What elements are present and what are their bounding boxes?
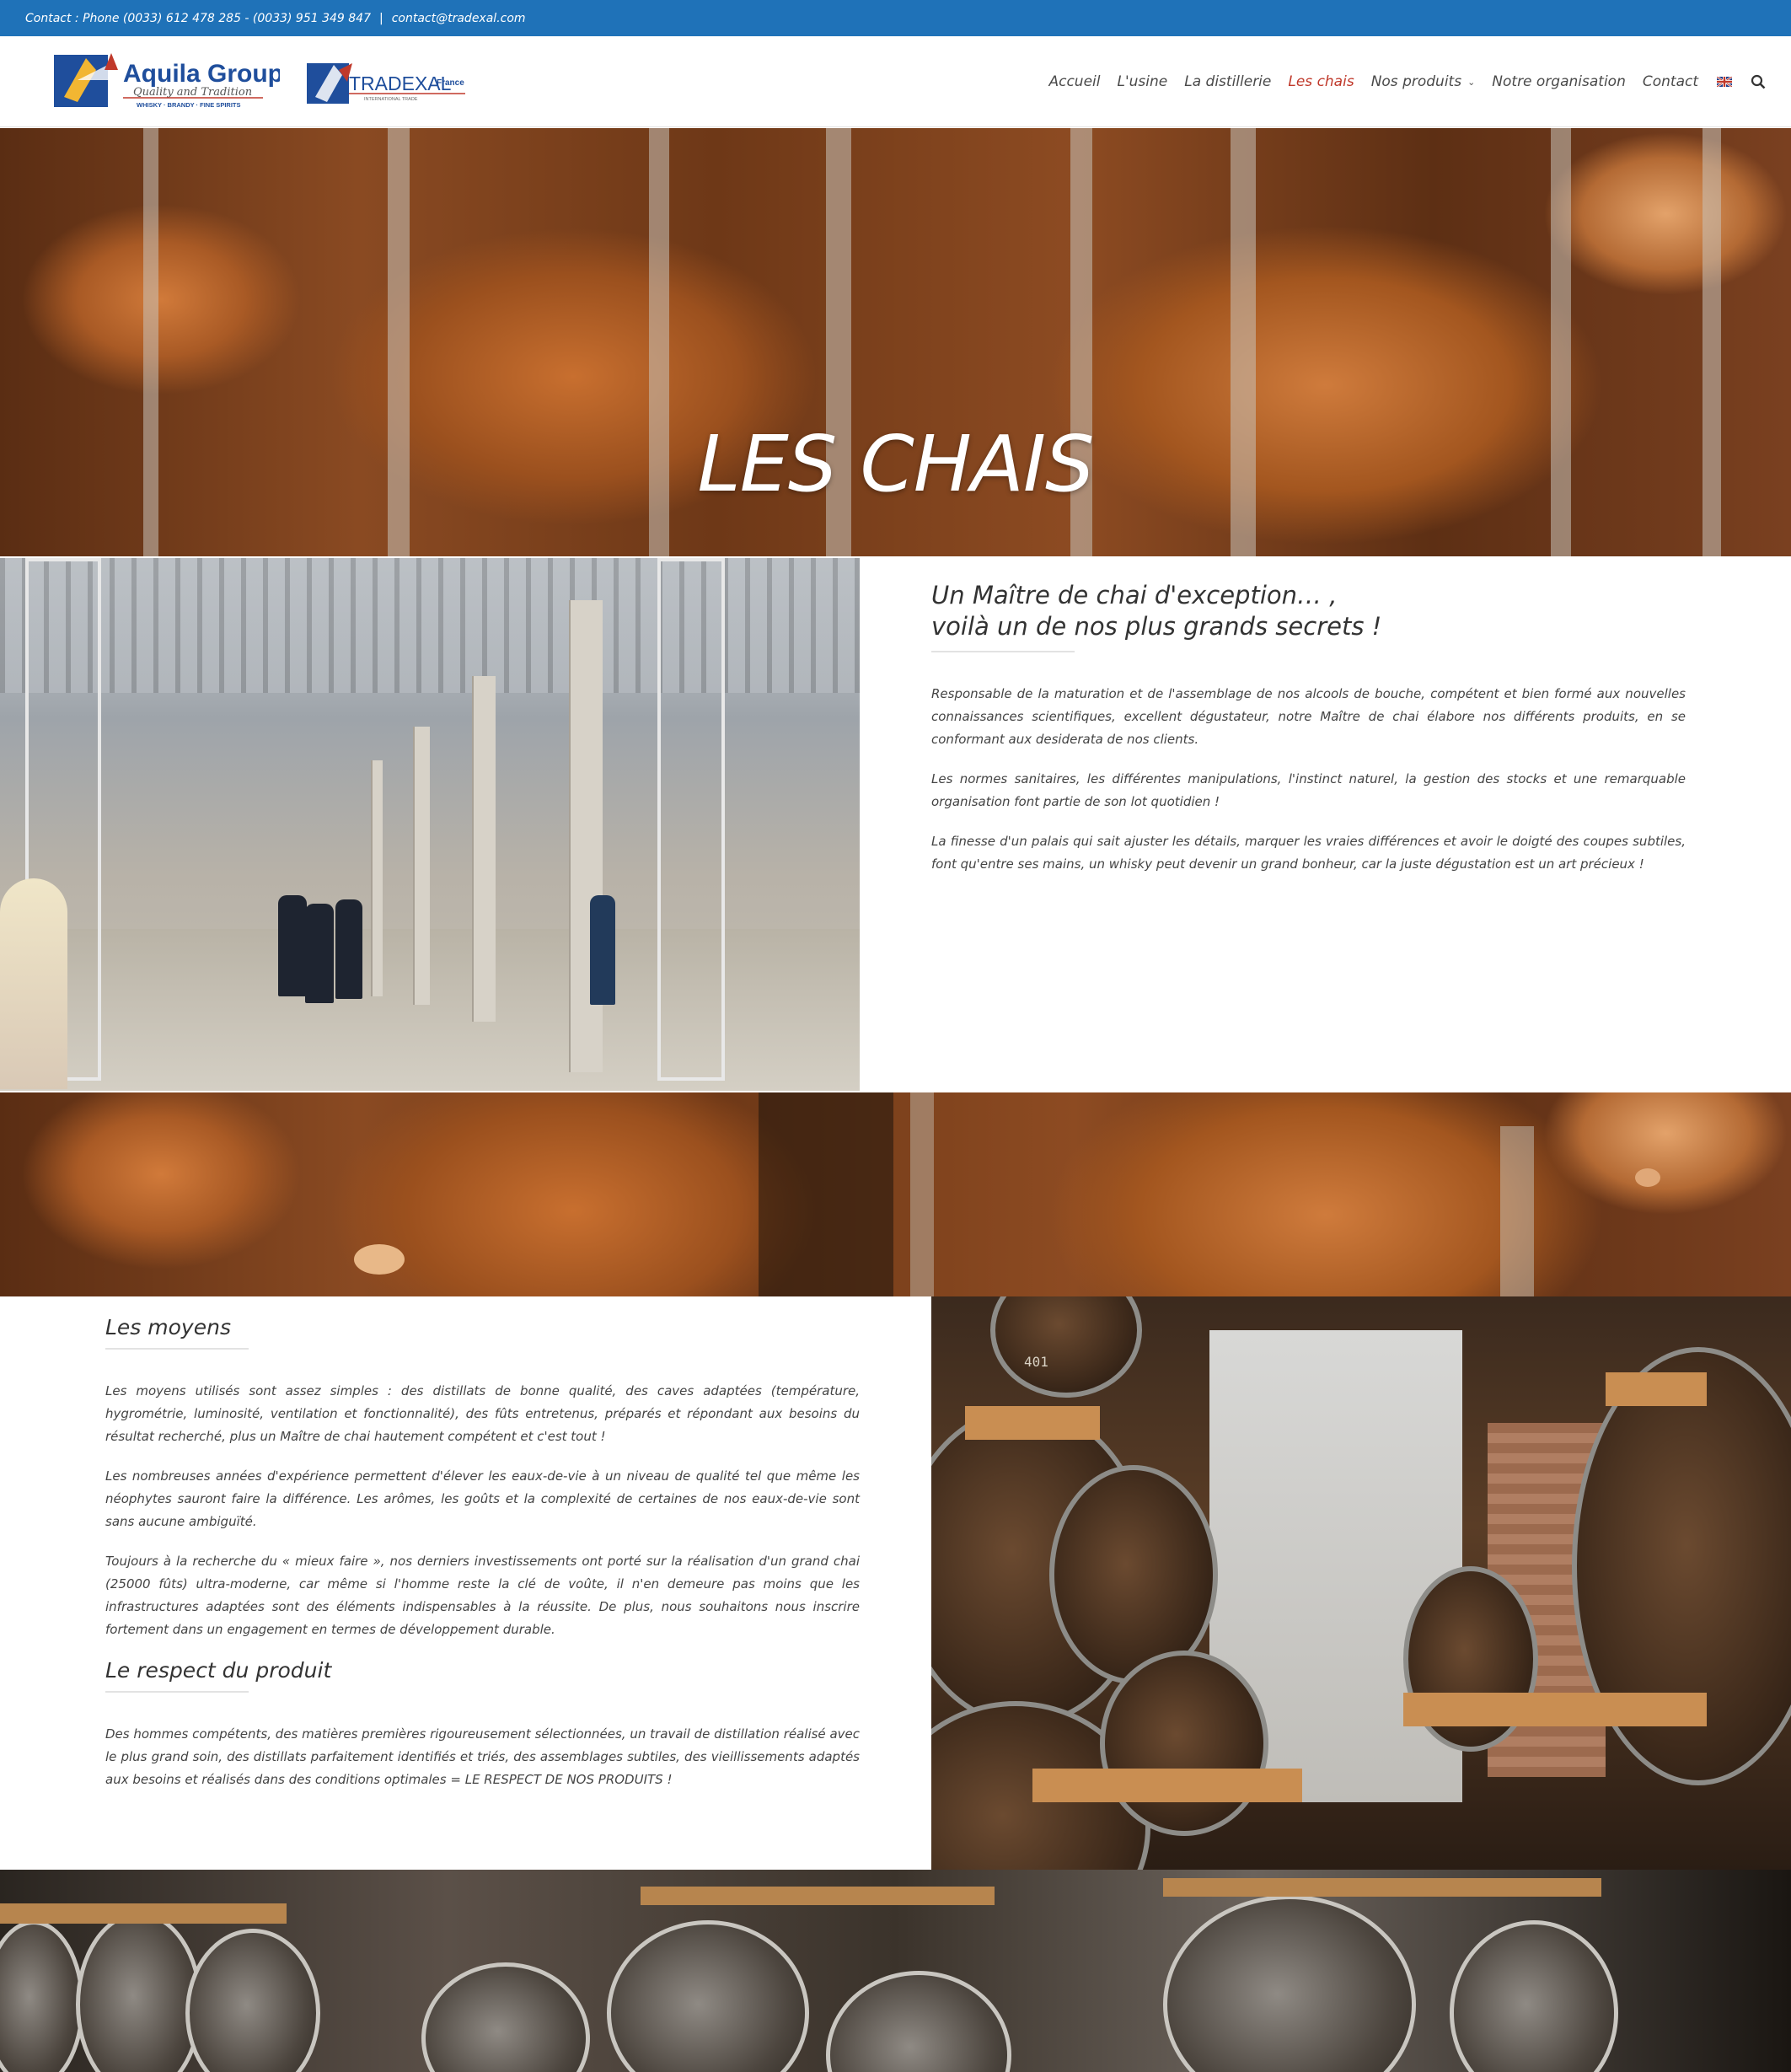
barrels-band-image (0, 1092, 1791, 1296)
maitre-paragraph: Les normes sanitaires, les différentes m… (931, 771, 1686, 809)
aquila-logo-tagline: Quality and Tradition (133, 86, 252, 99)
bottom-casks-image (0, 1870, 1791, 2072)
scaffold (657, 558, 725, 1081)
maitre-heading-line2: voilà un de nos plus grands secrets ! (931, 612, 1382, 641)
search-icon[interactable] (1751, 74, 1766, 89)
nav-item-distillerie[interactable]: La distillerie (1184, 73, 1271, 90)
cask (185, 1929, 320, 2072)
person (335, 899, 362, 999)
nav-item-accueil[interactable]: Accueil (1048, 73, 1100, 90)
aquila-group-logo[interactable]: Aquila Group Quality and Tradition WHISK… (52, 46, 280, 114)
person (278, 895, 307, 996)
cask (0, 1920, 84, 2072)
cask (826, 1971, 1011, 2072)
nav-item-organisation[interactable]: Notre organisation (1492, 73, 1626, 90)
tradexal-logo[interactable]: TRADEXAL France INTERNATIONAL TRADE (305, 56, 474, 107)
wood-rack (1403, 1693, 1707, 1726)
nav-item-contact[interactable]: Contact (1643, 73, 1698, 90)
cask (76, 1912, 202, 2072)
aquila-logo-name: Aquila Group (123, 60, 280, 88)
maitre-heading-line1: Un Maître de chai d'exception… , (931, 581, 1338, 609)
barrel-hoop (1500, 1126, 1534, 1296)
maitre-de-chai-section: Un Maître de chai d'exception… , voilà u… (931, 580, 1686, 893)
moyens-section: Les moyens Les moyens utilisés sont asse… (105, 1315, 860, 1808)
nav-item-usine[interactable]: L'usine (1118, 73, 1168, 90)
nav-item-les-chais[interactable]: Les chais (1288, 73, 1354, 90)
wood-rack (1163, 1878, 1601, 1897)
maitre-heading: Un Maître de chai d'exception… , voilà u… (931, 580, 1686, 642)
barrel-shadow (759, 1092, 893, 1296)
cask (1163, 1895, 1416, 2072)
barrel-hoop (910, 1092, 934, 1296)
tradexal-logo-sub: INTERNATIONAL TRADE (364, 97, 418, 102)
warehouse-pillar (413, 727, 430, 1005)
wood-rack (965, 1406, 1100, 1440)
person (590, 895, 615, 1005)
barrel-bung (1635, 1168, 1660, 1187)
heading-underline (105, 1348, 249, 1350)
page-title: LES CHAIS (697, 419, 1095, 509)
contact-phone-text: Contact : Phone (0033) 612 478 285 - (00… (25, 11, 371, 25)
wood-rack (0, 1903, 287, 1924)
barrel-bung (354, 1244, 405, 1275)
person (305, 904, 334, 1003)
warehouse-construction-photo (0, 558, 860, 1091)
heading-underline (105, 1691, 249, 1693)
warehouse-pillar (371, 760, 383, 996)
contact-email-link[interactable]: contact@tradexal.com (392, 12, 526, 25)
uk-flag-icon[interactable] (1717, 77, 1732, 87)
site-header: Aquila Group Quality and Tradition WHISK… (0, 36, 1791, 127)
warehouse-roof (0, 558, 860, 693)
cask (1100, 1651, 1268, 1836)
hero-barrels-banner: LES CHAIS (0, 128, 1791, 556)
cask (607, 1920, 809, 2072)
warehouse-pillar (472, 676, 496, 1022)
respect-paragraph: Des hommes compétents, des matières prem… (105, 1726, 860, 1787)
person-foreground (0, 878, 67, 1089)
maitre-paragraph: Responsable de la maturation et de l'ass… (931, 686, 1686, 747)
contact-separator: | (379, 11, 383, 25)
cask-label: 401 (1024, 1354, 1048, 1370)
cellar-casks-photo: 401 (931, 1296, 1791, 1870)
top-contact-bar: Contact : Phone (0033) 612 478 285 - (00… (0, 0, 1791, 36)
wood-rack (1032, 1769, 1302, 1802)
cask (1450, 1920, 1618, 2072)
heading-underline (931, 651, 1075, 652)
chevron-down-icon: ⌄ (1467, 76, 1476, 88)
moyens-paragraph: Les moyens utilisés sont assez simples :… (105, 1383, 860, 1444)
maitre-paragraph: La finesse d'un palais qui sait ajuster … (931, 834, 1686, 872)
respect-heading: Le respect du produit (105, 1658, 332, 1683)
moyens-paragraph: Toujours à la recherche du « mieux faire… (105, 1554, 860, 1637)
moyens-paragraph: Les nombreuses années d'expérience perme… (105, 1468, 860, 1529)
wood-rack (641, 1887, 995, 1905)
cask (990, 1296, 1142, 1398)
wood-rack (1606, 1372, 1707, 1406)
cask (421, 1962, 590, 2072)
moyens-heading: Les moyens (105, 1315, 231, 1339)
aquila-logo-sub: WHISKY · BRANDY · FINE SPIRITS (137, 101, 240, 109)
nav-item-nos-produits[interactable]: Nos produits ⌄ (1371, 73, 1476, 90)
nav-item-nos-produits-label: Nos produits (1370, 73, 1462, 90)
main-navigation: Accueil L'usine La distillerie Les chais… (1032, 36, 1766, 127)
warehouse-floor (0, 929, 860, 1091)
tradexal-logo-country: France (437, 78, 464, 88)
